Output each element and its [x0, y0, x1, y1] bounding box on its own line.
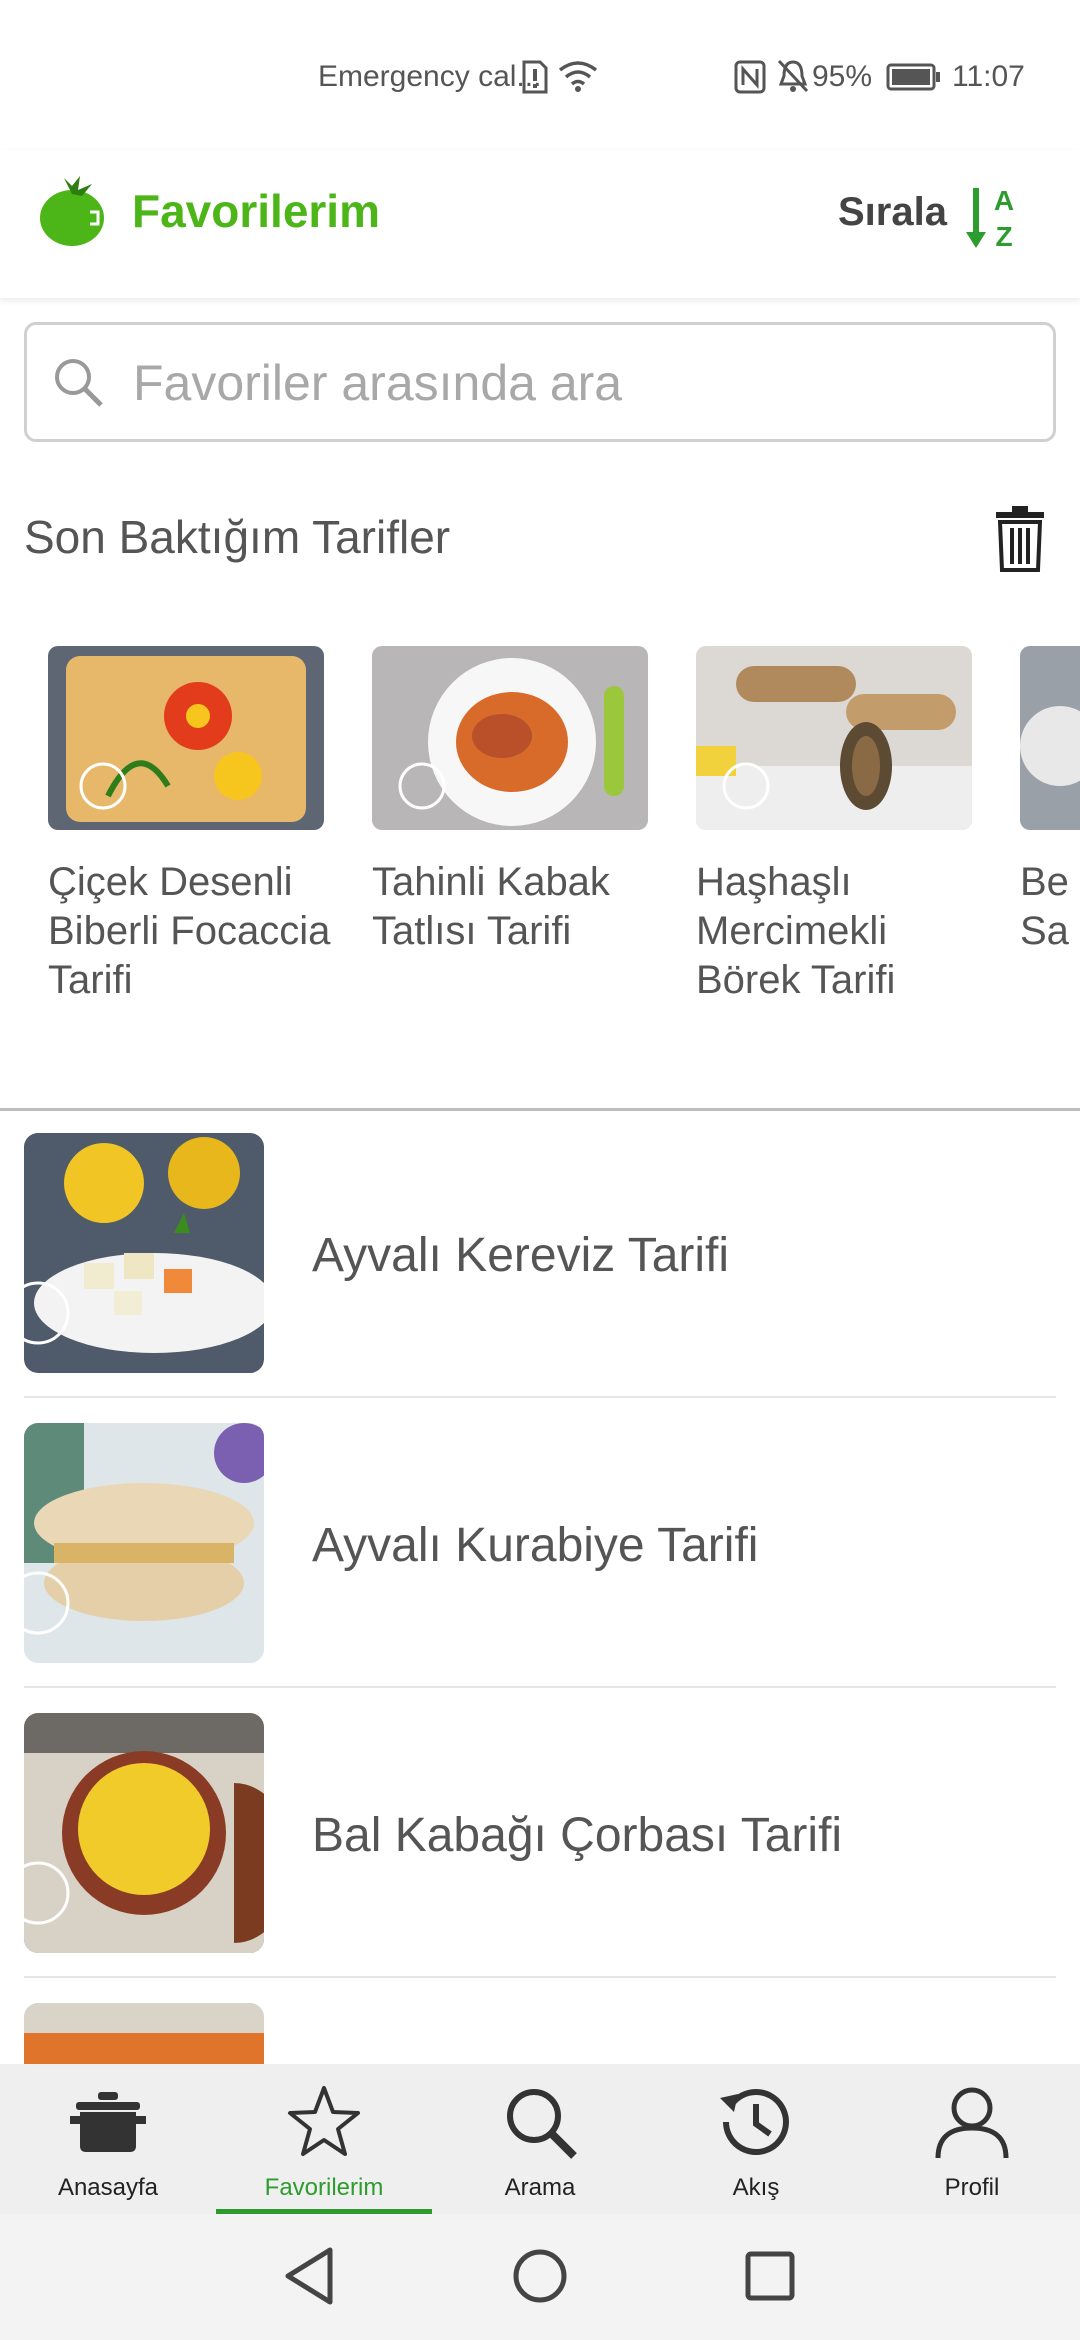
favorite-row[interactable] [24, 1978, 1056, 2064]
sort-label: Sırala [838, 190, 947, 234]
history-icon [720, 2089, 789, 2155]
recent-section-title: Son Baktığım Tarifler [24, 511, 451, 563]
nav-feed[interactable]: Akış [648, 2064, 864, 2214]
nav-home[interactable]: Anasayfa [0, 2064, 216, 2214]
recipe-image [1020, 646, 1080, 830]
recent-list[interactable]: Çiçek Desenli Biberli Focaccia Tarifi Ta… [48, 646, 1080, 1026]
person-icon [935, 2087, 1009, 2159]
favorite-row[interactable]: Ayvalı Kurabiye Tarifi [24, 1398, 1056, 1688]
trash-icon[interactable] [992, 506, 1048, 572]
back-triangle-icon[interactable] [270, 2236, 350, 2316]
recipe-image [24, 2003, 264, 2064]
nav-label: Akış [732, 2174, 780, 2201]
recent-card-title: Çiçek Desenli Biberli Focaccia Tarifi [48, 860, 331, 1002]
pot-icon [70, 2092, 146, 2152]
clock: 11:07 [952, 60, 1025, 93]
search-icon [55, 359, 103, 407]
battery-icon [886, 63, 940, 91]
nav-favorites[interactable]: Favorilerim [216, 2064, 432, 2214]
favorite-title: Bal Kabağı Çorbası Tarifi [312, 1809, 843, 1862]
recent-card-title: Tahinli Kabak Tatlısı Tarifi [372, 860, 610, 953]
system-nav-bar [0, 2214, 1080, 2340]
soup-image [24, 1713, 264, 1953]
recent-card-title: Haşhaşlı Mercimekli Börek Tarifi [696, 860, 896, 1002]
nfc-icon [734, 60, 766, 94]
recent-card-title: Be Sa [1020, 860, 1069, 953]
wifi-icon [558, 61, 598, 92]
recents-square-icon[interactable] [730, 2236, 810, 2316]
search-box[interactable] [24, 322, 1056, 442]
focaccia-image [48, 646, 324, 830]
pumpkin-dessert-image [372, 646, 648, 830]
celery-dish-image [24, 1133, 264, 1373]
nav-profile[interactable]: Profil [864, 2064, 1080, 2214]
favorite-row[interactable]: Ayvalı Kereviz Tarifi [24, 1108, 1056, 1398]
nav-label: Anasayfa [57, 2174, 159, 2201]
app-bar: Favorilerim Sırala A Z [0, 150, 1080, 298]
favorite-title: Ayvalı Kereviz Tarifi [312, 1229, 730, 1282]
sim-alert-icon [522, 60, 548, 94]
nav-search[interactable]: Arama [432, 2064, 648, 2214]
mute-icon [777, 59, 809, 93]
status-carrier: Emergency cal... [318, 60, 542, 93]
nav-label: Arama [504, 2174, 576, 2201]
tomato-logo-icon [40, 176, 104, 246]
home-circle-icon[interactable] [500, 2236, 580, 2316]
favorite-title: Ayvalı Kurabiye Tarifi [312, 1519, 759, 1572]
star-icon [288, 2086, 360, 2156]
sort-button[interactable]: Sırala A Z [830, 170, 1060, 278]
battery-percent: 95% [812, 60, 873, 93]
nav-label: Profil [944, 2174, 1000, 2201]
search-icon [507, 2089, 577, 2159]
page-title: Favorilerim [132, 185, 380, 237]
search-input[interactable] [133, 355, 1013, 411]
nav-label: Favorilerim [264, 2174, 384, 2201]
sort-az-icon: A Z [966, 185, 1014, 252]
favorite-row[interactable]: Bal Kabağı Çorbası Tarifi [24, 1688, 1056, 1978]
bottom-nav: Anasayfa Favorilerim Arama Akış Profil [0, 2064, 1080, 2214]
sort-z-letter: Z [995, 221, 1012, 252]
cookie-image [24, 1423, 264, 1663]
sort-a-letter: A [994, 185, 1014, 216]
borek-image [696, 646, 972, 830]
status-bar: Emergency cal... 95% 11:07 [0, 0, 1080, 150]
